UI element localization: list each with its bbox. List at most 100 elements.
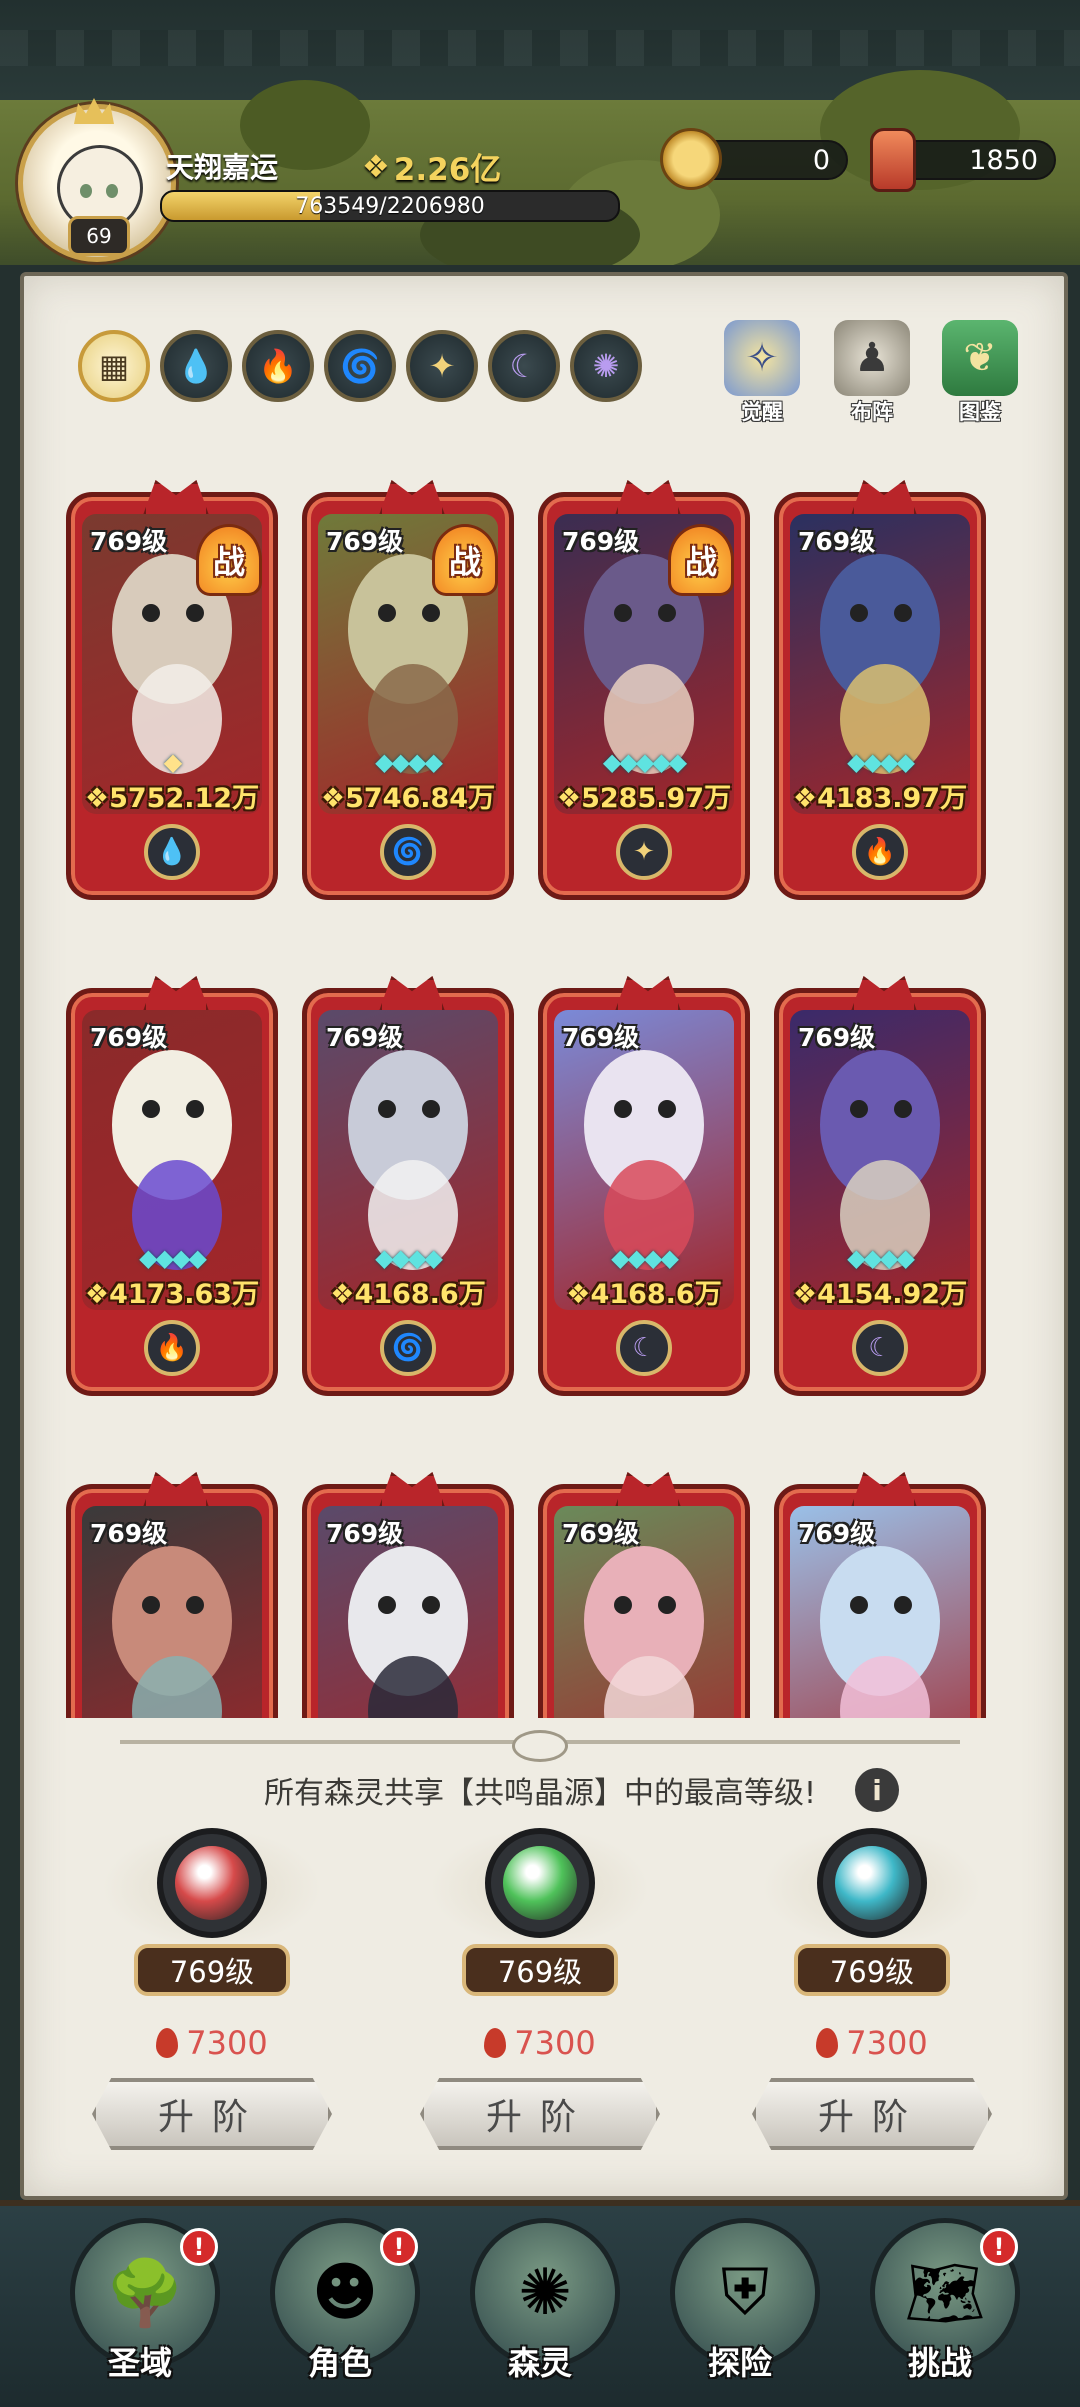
total-power-value: 2.26亿: [393, 152, 502, 188]
dark-element-icon: ☾: [852, 1320, 908, 1376]
card-crest: [850, 976, 918, 1014]
player-level-badge: 69: [68, 216, 130, 256]
crystal-cost: 7300: [722, 2024, 1022, 2062]
swirl-icon: ✺: [592, 347, 620, 385]
spirit-power: ❖5285.97万: [538, 776, 750, 815]
spirit-power: ❖5752.12万: [66, 776, 278, 815]
formation-button[interactable]: ♟ 布阵: [826, 320, 918, 428]
spirit-card[interactable]: 769级: [774, 1472, 986, 1718]
nav-role[interactable]: ☻ ! 角色: [240, 2210, 440, 2390]
fuel-bottle-icon: [870, 128, 916, 192]
upgrade-button-green[interactable]: 升阶: [420, 2078, 660, 2150]
power-icon: ❖: [792, 1279, 818, 1310]
filter-void[interactable]: ✺: [570, 330, 642, 402]
nav-holyland[interactable]: 🌳 ! 圣域: [40, 2210, 240, 2390]
coin-icon: [660, 128, 722, 190]
power-icon: ❖: [556, 783, 582, 814]
spirit-card[interactable]: 769级 ◆◆◆◆ ❖4168.6万 ☾: [538, 976, 750, 1406]
crystal-level: 769级: [794, 1944, 950, 1996]
spirit-card-grid[interactable]: 769级战 ◆ ❖5752.12万 💧 769级战 ◆◆◆◆ ❖5746.84万 🌀 769级战…: [66, 480, 1026, 1718]
filter-all[interactable]: ▦: [78, 330, 150, 402]
book-icon: ❦: [942, 320, 1018, 396]
spirit-power-value: 4173.63万: [109, 1279, 260, 1310]
spirit-power-value: 4154.92万: [817, 1279, 968, 1310]
info-icon[interactable]: i: [855, 1768, 899, 1812]
spirit-level: 769级: [562, 1023, 640, 1052]
sun-icon: ✦: [428, 347, 456, 385]
spirit-card[interactable]: 769级 ◆◆◆◆ ❖4173.63万 🔥: [66, 976, 278, 1406]
filter-wind[interactable]: 🌀: [324, 330, 396, 402]
upgrade-button-blue[interactable]: 升阶: [752, 2078, 992, 2150]
fuel-value: 1850: [969, 144, 1038, 176]
card-crest: [142, 480, 210, 518]
filter-light[interactable]: ✦: [406, 330, 478, 402]
player-name: 天翔嘉运: [166, 151, 279, 184]
formation-label: 布阵: [851, 400, 893, 424]
in-battle-badge: 战: [668, 524, 734, 596]
spirit-card[interactable]: 769级战 ◆◆◆◆ ❖5746.84万 🌀: [302, 480, 514, 910]
codex-button[interactable]: ❦ 图鉴: [934, 320, 1026, 428]
nav-spirit[interactable]: ✺ 森灵: [440, 2210, 640, 2390]
spirit-power-value: 5752.12万: [109, 783, 260, 814]
awaken-button[interactable]: ✧ 觉醒: [716, 320, 808, 428]
card-crest: [142, 976, 210, 1014]
power-icon: ❖: [84, 783, 110, 814]
wind-element-icon: 🌀: [380, 824, 436, 880]
green-crystal-orb[interactable]: [503, 1846, 577, 1920]
spirit-card[interactable]: 769级 ◆◆◆◆ ❖4154.92万 ☾: [774, 976, 986, 1406]
blood-drop-icon: [156, 2028, 179, 2058]
nav-challenge[interactable]: 🗺 ! 挑战: [840, 2210, 1040, 2390]
spirit-power: ❖5746.84万: [302, 776, 514, 815]
light-element-icon: ✦: [616, 824, 672, 880]
experience-text: 763549/2206980: [295, 193, 485, 219]
spirit-card[interactable]: 769级: [66, 1472, 278, 1718]
star-rating: ◆◆◆◆◆: [602, 748, 687, 776]
crystal-cost: 7300: [390, 2024, 690, 2062]
filter-fire[interactable]: 🔥: [242, 330, 314, 402]
nav-explore[interactable]: ⛨ 探险: [640, 2210, 840, 2390]
red-crystal-orb[interactable]: [175, 1846, 249, 1920]
nav-label: 探险: [707, 2344, 772, 2382]
spirit-card[interactable]: 769级战 ◆◆◆◆◆ ❖5285.97万 ✦: [538, 480, 750, 910]
filter-dark[interactable]: ☾: [488, 330, 560, 402]
spirit-level: 769级: [326, 1023, 404, 1052]
blood-drop-icon: [816, 2028, 839, 2058]
coin-value: 0: [812, 144, 830, 176]
power-icon: ❖: [362, 148, 390, 185]
spirit-power-value: 4183.97万: [817, 783, 968, 814]
total-power: ❖ 2.26亿: [362, 144, 501, 189]
dark-element-icon: ☾: [616, 1320, 672, 1376]
spirit-level: 769级: [90, 1519, 168, 1548]
spirit-power: ❖4173.63万: [66, 1272, 278, 1311]
filter-water[interactable]: 💧: [160, 330, 232, 402]
spirit-power: ❖4168.6万: [538, 1272, 750, 1311]
blue-crystal-orb[interactable]: [835, 1846, 909, 1920]
nav-label: 圣域: [107, 2344, 172, 2382]
water-drop-icon: 💧: [176, 347, 216, 385]
alert-badge: !: [980, 2228, 1018, 2266]
spirit-power-value: 4168.6万: [354, 1279, 486, 1310]
power-icon: ❖: [566, 1279, 591, 1310]
awaken-label: 觉醒: [741, 400, 783, 424]
spirit-card[interactable]: 769级 ◆◆◆◆ ❖4168.6万 🌀: [302, 976, 514, 1406]
card-crest: [614, 1472, 682, 1510]
crystal-source-green: 769级 7300 升阶: [390, 1828, 690, 2248]
spirit-card[interactable]: 769级 ◆◆◆◆ ❖4183.97万 🔥: [774, 480, 986, 910]
card-crest: [614, 480, 682, 518]
experience-bar: 763549/2206980: [160, 190, 620, 222]
crystal-source-blue: 769级 7300 升阶: [722, 1828, 1022, 2248]
spirit-level: 769级: [562, 1519, 640, 1548]
spirit-card[interactable]: 769级: [538, 1472, 750, 1718]
spirit-card[interactable]: 769级: [302, 1472, 514, 1718]
crystal-cost-value: 7300: [514, 2024, 596, 2062]
spirit-card[interactable]: 769级战 ◆ ❖5752.12万 💧: [66, 480, 278, 910]
moon-icon: ☾: [509, 347, 539, 385]
alert-badge: !: [180, 2228, 218, 2266]
nav-label: 角色: [307, 2344, 372, 2382]
crystal-cost-value: 7300: [846, 2024, 928, 2062]
blood-drop-icon: [484, 2028, 507, 2058]
upgrade-button-red[interactable]: 升阶: [92, 2078, 332, 2150]
shared-level-notice: 所有森灵共享【共鸣晶源】中的最高等级!: [263, 1776, 817, 1811]
spirit-power-value: 5285.97万: [581, 783, 732, 814]
spirit-power-value: 5746.84万: [345, 783, 496, 814]
